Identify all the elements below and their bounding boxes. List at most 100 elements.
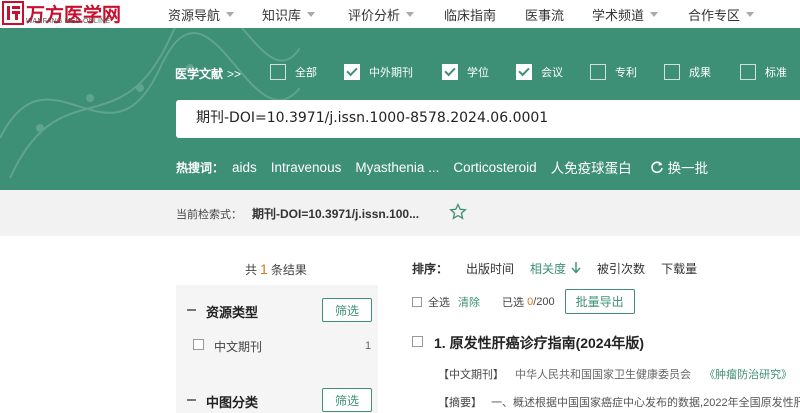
current-query-label: 当前检索式： [176,209,242,221]
nav-label: 合作专区 [688,8,741,23]
result-journal[interactable]: 《肿瘤防治研究》 [704,369,792,381]
chevron-down-icon [746,12,755,17]
nav-item-knowledge-base[interactable]: 知识库 [262,5,316,24]
nav-item-cooperation-zone[interactable]: 合作专区 [688,5,755,24]
selected-total: /200 [533,295,555,308]
hot-term[interactable]: Corticosteroid [453,160,536,175]
brand-logo[interactable]: 万方医学网 WANFANG MED ONLINE [2,1,150,27]
current-query-bar: 当前检索式： 期刊-DOI=10.3971/j.issn.100... [0,190,800,236]
scope-checkbox-achievement[interactable]: 成果 [664,64,711,80]
arrow-down-icon [571,262,581,274]
checkbox[interactable] [664,64,680,80]
facet-title: 资源类型 [206,305,259,320]
nav-label: 资源导航 [168,8,221,23]
refresh-icon [650,161,663,174]
count-number: 1 [260,261,268,277]
resource-type-tag: 【中文期刊】 [438,369,504,381]
hot-term[interactable]: Myasthenia ... [355,160,439,175]
refresh-label: 换一批 [667,161,709,176]
scope-checkbox-all[interactable]: 全部 [270,64,317,80]
sort-by-citations[interactable]: 被引次数 [597,260,645,277]
search-input[interactable] [196,109,786,125]
nav-label: 评价分析 [348,8,401,23]
collapse-icon[interactable] [187,309,196,311]
checkbox[interactable] [740,64,756,80]
count-prefix: 共 [245,263,258,277]
refresh-button[interactable]: 换一批 [650,157,709,177]
selected-prefix: 已选 [502,296,524,309]
logo-mark-icon [2,1,24,25]
search-panel: 医学文献>> 全部 中外期刊 学位 会议 专利 成果 标准 热搜词： aids … [0,28,800,190]
scope-checkbox-conference[interactable]: 会议 [516,64,563,80]
chevron-down-icon [406,12,415,17]
clear-link[interactable]: 清除 [458,294,480,310]
favorite-star-icon[interactable] [449,203,467,221]
result-abstract: 【摘要】 一、概述根据中国国家癌症中心发布的数据,2022年全国原发性肝 [438,394,800,410]
chevron-down-icon [226,12,235,17]
result-title[interactable]: 1. 原发性肝癌诊疗指南(2024年版) [434,333,644,353]
nav-item-evaluation-analysis[interactable]: 评价分析 [348,5,415,24]
checkbox[interactable] [590,64,606,80]
result-checkbox[interactable] [412,336,423,347]
checkbox[interactable] [270,64,286,80]
batch-export-button[interactable]: 批量导出 [564,289,635,314]
select-all-checkbox[interactable] [412,296,422,307]
nav-item-resource-navigation[interactable]: 资源导航 [168,5,235,24]
scope-label: 专利 [615,67,637,79]
abstract-tag: 【摘要】 [438,397,482,409]
hot-term[interactable]: Intravenous [271,160,342,175]
result-authors[interactable]: 中华人民共和国国家卫生健康委员会 [515,369,691,381]
checkbox-checked[interactable] [344,64,360,80]
checkbox-checked[interactable] [516,64,532,80]
nav-label: 临床指南 [444,8,497,23]
chevron-down-icon [650,12,659,17]
top-nav: 万方医学网 WANFANG MED ONLINE 资源导航 知识库 评价分析 临… [0,0,800,28]
facet-checkbox[interactable] [193,339,204,350]
scope-checkbox-journals[interactable]: 中外期刊 [344,64,413,80]
scope-label: 中外期刊 [369,67,413,79]
nav-label: 医事流 [525,8,565,23]
scope-label: 会议 [541,67,563,79]
facet-item-label[interactable]: 中文期刊 [214,338,262,355]
chevron-down-icon [307,12,316,17]
nav-item-academic-channel[interactable]: 学术频道 [592,5,659,24]
result-meta: 【中文期刊】 中华人民共和国国家卫生健康委员会 《肿瘤防治研究》 202 [438,366,800,382]
scope-label: 学位 [467,67,489,79]
scope-checkbox-degree[interactable]: 学位 [442,64,489,80]
hot-search-label: 热搜词： [176,160,225,175]
sort-by-downloads[interactable]: 下载量 [661,260,697,277]
search-box [176,100,800,138]
checkbox-checked[interactable] [442,64,458,80]
literature-label-text: 医学文献 [175,67,224,81]
scope-label: 成果 [689,67,711,79]
sort-relevance-label: 相关度 [530,262,567,276]
brand-subtitle: WANFANG MED ONLINE [26,18,111,25]
hot-term[interactable]: 人免疫球蛋白 [551,157,632,177]
facet-title: 中图分类 [206,395,259,410]
filter-button[interactable]: 筛选 [322,298,372,322]
facet-sidebar: 资源类型 筛选 中文期刊 1 中图分类 筛选 [176,285,378,413]
literature-type-label: 医学文献 >> [175,65,241,82]
nav-label: 学术频道 [592,8,645,23]
sort-by-relevance[interactable]: 相关度 [530,260,581,277]
current-query-value: 期刊-DOI=10.3971/j.issn.100... [252,207,420,221]
collapse-icon[interactable] [187,399,196,401]
nav-item-clinical-guidelines[interactable]: 临床指南 [444,5,496,24]
sort-by-publish-date[interactable]: 出版时间 [466,260,514,277]
filter-button[interactable]: 筛选 [322,388,372,412]
scope-label: 全部 [295,67,317,79]
abstract-text: 一、概述根据中国国家癌症中心发布的数据,2022年全国原发性肝 [491,397,800,409]
select-all-label[interactable]: 全选 [428,294,450,310]
nav-item-medical-affairs[interactable]: 医事流 [525,5,564,24]
sort-bar: 排序： 出版时间 相关度 被引次数 下载量 [412,260,713,277]
scope-checkbox-patent[interactable]: 专利 [590,64,637,80]
nav-label: 知识库 [262,8,302,23]
hot-search-bar: 热搜词： aids Intravenous Myasthenia ... Cor… [176,157,708,177]
scope-label: 标准 [765,67,787,79]
hot-term[interactable]: aids [232,160,257,175]
scope-checkbox-standard[interactable]: 标准 [740,64,787,80]
facet-item-count: 1 [365,340,372,352]
literature-arrow: >> [227,67,242,81]
count-suffix: 条结果 [270,263,307,277]
batch-tools: 全选 清除 已选 0/200 批量导出 [412,289,635,314]
